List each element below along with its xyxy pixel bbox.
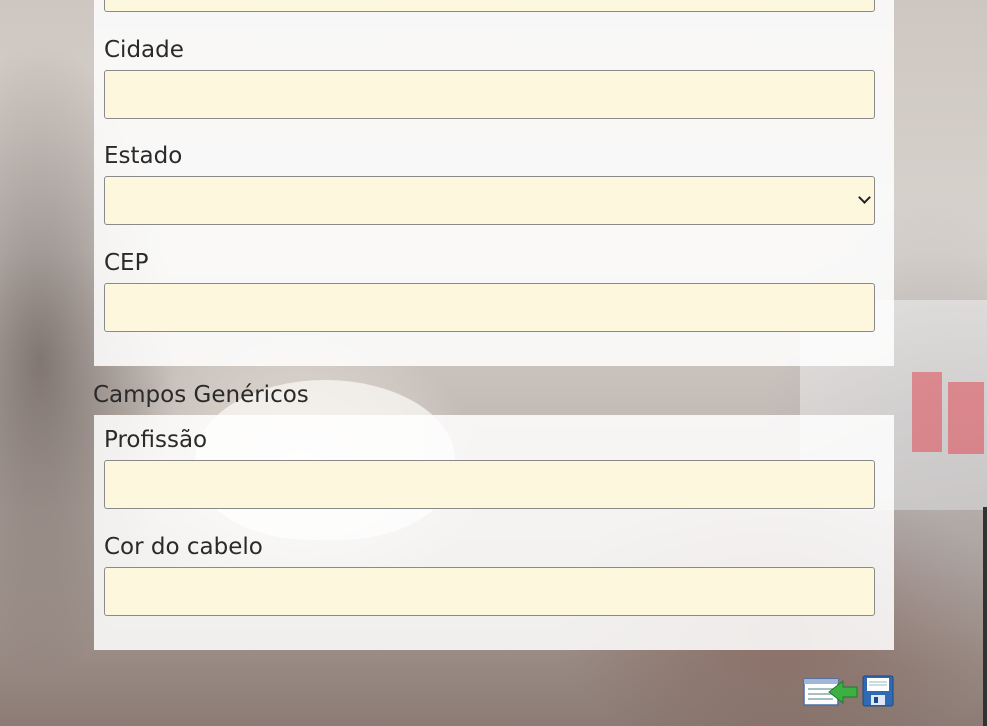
generic-section-title: Campos Genéricos [93, 382, 309, 408]
profissao-label: Profissão [104, 427, 208, 453]
profissao-input[interactable] [104, 460, 875, 509]
save-button[interactable] [862, 675, 894, 711]
scrollbar-thumb[interactable] [983, 507, 987, 726]
previous-field-input[interactable] [104, 0, 875, 12]
estado-label: Estado [104, 143, 183, 169]
cep-label: CEP [104, 250, 149, 276]
cor-cabelo-input[interactable] [104, 567, 875, 616]
estado-select[interactable] [104, 176, 875, 225]
cep-input[interactable] [104, 283, 875, 332]
background-chart-bar [948, 382, 984, 454]
cidade-input[interactable] [104, 70, 875, 119]
floppy-disk-icon [862, 675, 894, 707]
background-chart-bar [912, 372, 942, 452]
cidade-label: Cidade [104, 37, 184, 63]
cor-cabelo-label: Cor do cabelo [104, 534, 263, 560]
estado-select-value[interactable] [104, 176, 875, 225]
list-back-arrow-icon [803, 678, 858, 706]
back-to-list-button[interactable] [803, 675, 859, 713]
